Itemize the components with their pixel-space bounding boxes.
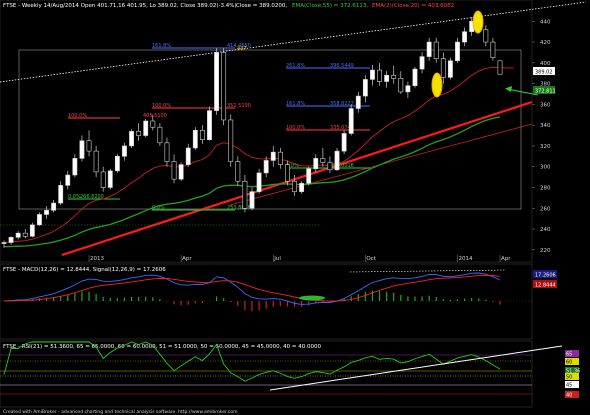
candle	[306, 166, 312, 186]
macd-signal-badge: 17.2606	[535, 273, 556, 279]
macd-value-badge: 12.8444	[535, 283, 556, 289]
fib-pct-right: 161.8%	[286, 101, 305, 107]
x-tick-label: Oct	[366, 256, 376, 262]
rsi-badge-label: 65	[566, 352, 572, 358]
fib-value-left: 351.5100	[227, 103, 251, 109]
fib-value-right: 297.0016	[330, 163, 354, 169]
rsi-label: FTSE - RSI(21) = 51.3600, 65 = 65.0000, …	[3, 344, 322, 350]
candle	[341, 130, 347, 155]
candle	[228, 114, 234, 167]
candle	[412, 66, 418, 88]
candle	[143, 118, 149, 138]
candle	[129, 129, 134, 149]
candle	[334, 148, 340, 171]
x-tick-label: Jul	[273, 256, 281, 262]
fib-pct-left: 0.0%	[68, 194, 81, 200]
rsi-badge-label: 60	[566, 360, 572, 366]
y-tick-label: 420	[540, 40, 551, 46]
highlight-ellipse-high	[472, 10, 484, 34]
candle	[221, 48, 227, 126]
rsi-badge-label: 50	[566, 375, 572, 381]
header-close: Close = 389.0200,	[236, 3, 287, 9]
highlight-ellipse-low	[431, 72, 443, 98]
close-badge: 389.02	[535, 70, 553, 76]
y-tick-label: 240	[540, 227, 551, 233]
x-tick-label: Apr	[501, 256, 511, 262]
fib-value-right: 396.5449	[330, 63, 354, 69]
candle	[214, 48, 219, 115]
ftse-chart: FTSE - Weekly 14/Aug/2014 Open 401.71,16…	[0, 0, 590, 415]
candle	[29, 222, 35, 238]
x-tick-label: 2013	[90, 256, 104, 262]
candle	[178, 162, 184, 182]
y-tick-label: 220	[540, 248, 551, 254]
candle	[107, 168, 113, 190]
macd-label: FTSE - MACD(12,26) = 12.8444, Signal(12,…	[3, 267, 166, 273]
header-ema55: EMA(Close,55) = 372.6113,	[292, 3, 368, 9]
fib-value-left: 405.5100	[143, 113, 167, 119]
header-main: FTSE - Weekly 14/Aug/2014 Open 401.71,16…	[3, 3, 237, 9]
footer-credit: Created with AmiBroker - advanced charti…	[3, 409, 237, 415]
y-tick-label: 320	[540, 144, 551, 150]
ema55-badge: 372.811	[535, 89, 556, 95]
y-tick-label: 440	[540, 19, 551, 25]
candle	[114, 154, 120, 173]
candle	[497, 60, 503, 75]
fib-value-left: 266.8200	[80, 194, 104, 200]
y-tick-label: 300	[540, 165, 551, 171]
fib-pct-left: 100.0%	[152, 103, 171, 109]
candle	[37, 212, 42, 226]
fib-pct-right: 261.8%	[286, 63, 305, 69]
x-tick-label: 2014	[458, 256, 472, 262]
candle	[207, 106, 212, 141]
header-ema20: EMA(2)(Close,20) = 403.6082	[372, 3, 454, 9]
fib-pct-right: 100.0%	[286, 125, 305, 131]
candle	[447, 57, 453, 80]
y-tick-label: 400	[540, 61, 551, 67]
candle	[348, 104, 354, 136]
x-tick-label: Apr	[182, 256, 192, 262]
y-tick-label: 260	[540, 206, 551, 212]
candle	[192, 127, 198, 151]
candle	[299, 181, 305, 194]
peak-label: 447	[237, 46, 247, 52]
fib-value-right: 358.8222	[330, 101, 354, 107]
y-tick-label: 340	[540, 123, 551, 129]
fib-pct-left: 161.8%	[152, 43, 171, 49]
rsi-badge-label: 40	[566, 393, 572, 399]
macd-highlight	[299, 295, 325, 301]
y-tick-label: 360	[540, 102, 551, 108]
fib-pct-left: 100.0%	[68, 113, 87, 119]
y-tick-label: 280	[540, 185, 551, 191]
rsi-badge-label: 45	[566, 383, 572, 389]
